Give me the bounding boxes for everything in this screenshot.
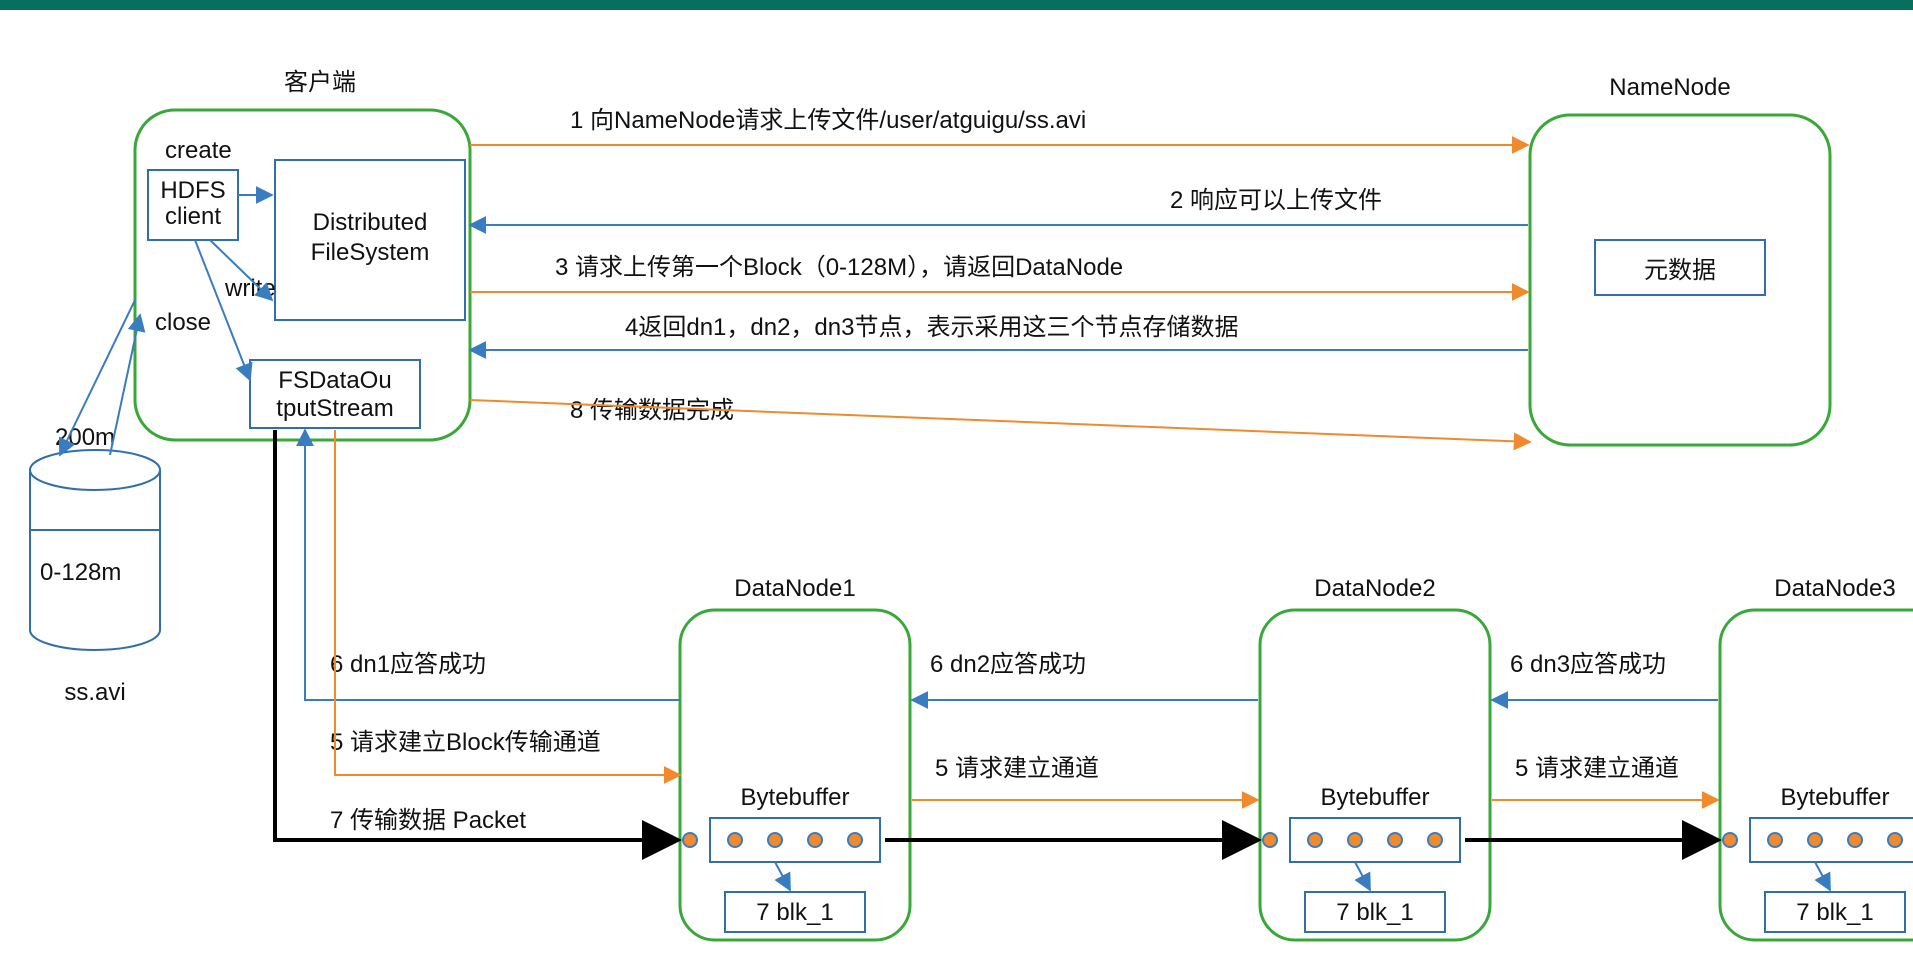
- namenode-title: NameNode: [1609, 74, 1730, 101]
- step6a-label: 6 dn1应答成功: [330, 651, 486, 678]
- step5a-arrow: [335, 430, 680, 775]
- step5c-label: 5 请求建立通道: [1515, 755, 1679, 782]
- dn3-box: [1720, 610, 1913, 940]
- step4-label: 4返回dn1，dn2，dn3节点，表示采用这三个节点存储数据: [625, 314, 1238, 341]
- dn2-title: DataNode2: [1314, 575, 1435, 602]
- step7-label: 7 传输数据 Packet: [330, 807, 526, 834]
- dn1-buf: Bytebuffer: [741, 784, 850, 811]
- dn3-buf: Bytebuffer: [1781, 784, 1890, 811]
- dn1-blk-arrow: [775, 862, 790, 890]
- dn2-box: [1260, 610, 1490, 940]
- step6b-label: 6 dn2应答成功: [930, 651, 1086, 678]
- dfs-l1: Distributed: [313, 209, 428, 236]
- close-label: close: [155, 309, 211, 336]
- dn2-blk-arrow: [1355, 862, 1370, 890]
- dn1-blk: 7 blk_1: [756, 899, 833, 926]
- file-block: 0-128m: [40, 559, 121, 586]
- step6c-label: 6 dn3应答成功: [1510, 651, 1666, 678]
- dn3-blk: 7 blk_1: [1796, 899, 1873, 926]
- step3-label: 3 请求上传第一个Block（0-128M），请返回DataNode: [555, 254, 1123, 281]
- step5a-label: 5 请求建立Block传输通道: [330, 729, 601, 756]
- step5b-label: 5 请求建立通道: [935, 755, 1099, 782]
- step2-label: 2 响应可以上传文件: [1170, 187, 1382, 214]
- dn3-blk-arrow: [1815, 862, 1830, 890]
- dn2-blk: 7 blk_1: [1336, 899, 1413, 926]
- step1-label: 1 向NameNode请求上传文件/user/atguigu/ss.avi: [570, 107, 1086, 134]
- client-title: 客户端: [284, 69, 356, 96]
- file-name: ss.avi: [64, 679, 125, 706]
- dn1-box: [680, 610, 910, 940]
- dn2-buf: Bytebuffer: [1321, 784, 1430, 811]
- hdfs-client-l2: client: [165, 203, 221, 230]
- meta-label: 元数据: [1644, 257, 1716, 284]
- fsout-l1: FSDataOu: [278, 367, 391, 394]
- create-label: create: [165, 137, 232, 164]
- dn3-title: DataNode3: [1774, 575, 1895, 602]
- dfs-l2: FileSystem: [311, 239, 430, 266]
- step8-label: 8 传输数据完成: [570, 397, 734, 424]
- file-cylinder: [30, 450, 160, 650]
- top-bar: [0, 0, 1913, 10]
- hdfs-client-l1: HDFS: [160, 177, 225, 204]
- fsout-l2: tputStream: [276, 395, 393, 422]
- dn1-title: DataNode1: [734, 575, 855, 602]
